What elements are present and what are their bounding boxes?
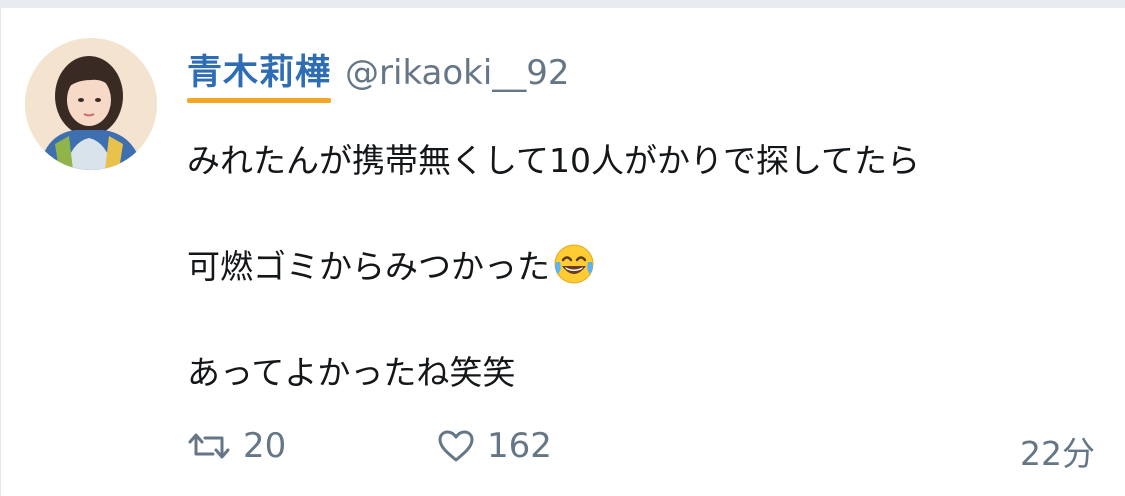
- like-count: 162: [487, 426, 552, 466]
- retweet-button[interactable]: 20: [187, 426, 286, 466]
- tweet-text-line-1: みれたんが携帯無くして10人がかりで探してたら: [187, 134, 920, 182]
- timestamp[interactable]: 22分: [1020, 426, 1095, 482]
- tweet-actions: 20 162 22分: [187, 426, 1095, 482]
- tweet-text-line-3: あってよかったね笑笑: [187, 346, 515, 394]
- avatar[interactable]: [25, 38, 157, 170]
- author-handle[interactable]: @rikaoki__92: [345, 53, 570, 93]
- tweet-text-line-3-text: あってよかったね笑笑: [187, 353, 516, 392]
- heart-icon: [437, 429, 475, 463]
- tweet-text-line-2-text: 可燃ゴミからみつかった: [187, 247, 550, 286]
- like-button[interactable]: 162: [437, 426, 552, 466]
- tweet-header: 青木莉樺 @rikaoki__92: [187, 44, 570, 103]
- name-highlight: [187, 98, 332, 103]
- retweet-icon: [187, 430, 231, 462]
- author-name-text[interactable]: 青木莉樺: [187, 53, 331, 93]
- retweet-count: 20: [243, 426, 287, 466]
- tweet-text-line-2: 可燃ゴミからみつかった: [187, 240, 596, 288]
- tweet-card: 青木莉樺 @rikaoki__92 みれたんが携帯無くして10人がかりで探してた…: [0, 8, 1125, 496]
- author-name[interactable]: 青木莉樺: [187, 44, 332, 103]
- face-with-tears-of-joy-icon: [552, 242, 596, 286]
- tweet-text-line-1-text: みれたんが携帯無くして10人がかりで探してたら: [187, 141, 921, 180]
